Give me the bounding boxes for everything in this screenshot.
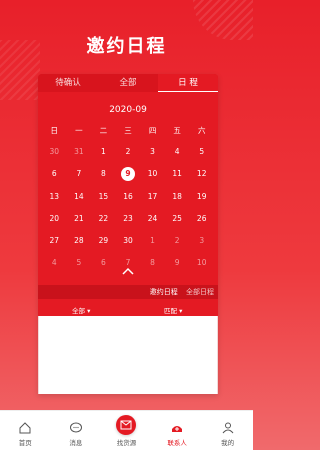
calendar-day[interactable]: 14 [67,191,92,203]
calendar-day[interactable]: 13 [42,191,67,203]
calendar-day[interactable]: 1 [91,146,116,158]
calendar-week: 20 21 22 23 24 25 26 [38,213,218,225]
tab-pending[interactable]: 待确认 [38,74,98,92]
calendar-day[interactable]: 6 [42,168,67,180]
contact-add-icon [172,426,183,432]
calendar-day[interactable]: 17 [140,191,165,203]
calendar-day[interactable]: 3 [140,146,165,158]
calendar-day[interactable]: 6 [91,257,116,269]
nav-home[interactable]: 首页 [3,421,47,447]
calendar-day[interactable]: 18 [165,191,190,203]
weekday-header: 日 一 二 三 四 五 六 [38,125,218,136]
calendar-day[interactable]: 19 [189,191,214,203]
page-title: 邀约日程 [86,36,167,57]
chat-icon [69,422,82,433]
calendar-day[interactable]: 4 [165,146,190,158]
nav-messages[interactable]: 消息 [54,421,98,447]
calendar-day[interactable]: 20 [42,213,67,225]
calendar-day[interactable]: 27 [42,235,67,247]
nav-label: 找货源 [116,439,137,447]
calendar-day[interactable]: 8 [140,257,165,269]
person-icon [222,422,234,434]
chevron-up-icon[interactable] [121,264,135,278]
calendar-month: 2020-09 [109,105,147,115]
calendar-day[interactable]: 30 [116,235,141,247]
calendar-day[interactable]: 5 [189,146,214,158]
weekday-label: 一 [75,126,83,135]
calendar-day[interactable]: 10 [189,257,214,269]
calendar-week: 13 14 15 16 17 18 19 [38,191,218,203]
weekday-label: 五 [173,126,181,135]
calendar-week: 30 31 1 2 3 4 5 [38,146,218,158]
calendar-day[interactable]: 12 [189,168,214,180]
tab-all[interactable]: 全部 [98,74,158,92]
nav-find-supply[interactable]: 找货源 [104,415,148,447]
calendar-day[interactable]: 11 [165,168,190,180]
calendar-day[interactable]: 28 [67,235,92,247]
filter-bar: 全部 ▾ 匹配 ▾ [38,303,218,315]
nav-label: 消息 [69,439,83,447]
bottom-navigation: 首页 消息 找货源 联系人 我的 [0,410,253,450]
calendar-day[interactable]: 23 [116,213,141,225]
nav-label: 我的 [221,439,235,447]
schedule-subtabs: 邀约日程 全部日程 [38,285,218,299]
calendar-day[interactable]: 3 [189,235,214,247]
calendar-day[interactable]: 2 [116,146,141,158]
nav-contacts[interactable]: 联系人 [155,421,199,447]
envelope-icon [116,415,137,435]
nav-label: 联系人 [167,439,187,447]
calendar-week: 27 28 29 30 1 2 3 [38,235,218,247]
calendar-day[interactable]: 8 [91,168,116,180]
calendar-day[interactable]: 7 [67,168,92,180]
subtab-invite-schedule[interactable]: 邀约日程 [150,288,178,296]
weekday-label: 三 [124,126,132,135]
calendar-day[interactable]: 29 [91,235,116,247]
tab-bar: 待确认 全部 日 程 [38,74,218,92]
filter-match-dropdown[interactable]: 匹配 ▾ [164,305,182,315]
tab-schedule[interactable]: 日 程 [158,74,218,92]
weekday-label: 六 [197,126,206,135]
calendar-day[interactable]: 10 [140,168,165,180]
filter-all-dropdown[interactable]: 全部 ▾ [72,305,90,315]
calendar-day[interactable]: 5 [67,257,92,269]
calendar-day[interactable]: 25 [165,213,190,225]
calendar-day[interactable]: 9 [165,257,190,269]
calendar-day[interactable]: 21 [67,213,92,225]
calendar-day-today[interactable]: 9 [120,167,135,181]
weekday-label: 四 [148,126,157,135]
schedule-list-panel [38,316,218,394]
calendar-day[interactable]: 16 [116,191,141,203]
calendar-day[interactable]: 31 [67,146,92,158]
calendar-day[interactable]: 26 [189,213,214,225]
nav-label: 首页 [18,439,32,447]
calendar-day[interactable]: 30 [42,146,67,158]
home-icon [19,422,31,434]
calendar-day[interactable]: 22 [91,213,116,225]
nav-profile[interactable]: 我的 [206,421,250,447]
weekday-label: 日 [50,126,59,135]
calendar-day[interactable]: 1 [140,235,165,247]
calendar-day[interactable]: 4 [42,257,67,269]
calendar-day[interactable]: 24 [140,213,165,225]
subtab-all-schedule[interactable]: 全部日程 [186,288,214,296]
calendar-day[interactable]: 2 [165,235,190,247]
calendar-week: 6 7 8 9 10 11 12 [38,167,218,181]
weekday-label: 二 [99,126,108,135]
calendar-day[interactable]: 15 [91,191,116,203]
schedule-card: 待确认 全部 日 程 2020-09 日 一 二 三 四 五 六 30 31 1… [38,74,218,394]
